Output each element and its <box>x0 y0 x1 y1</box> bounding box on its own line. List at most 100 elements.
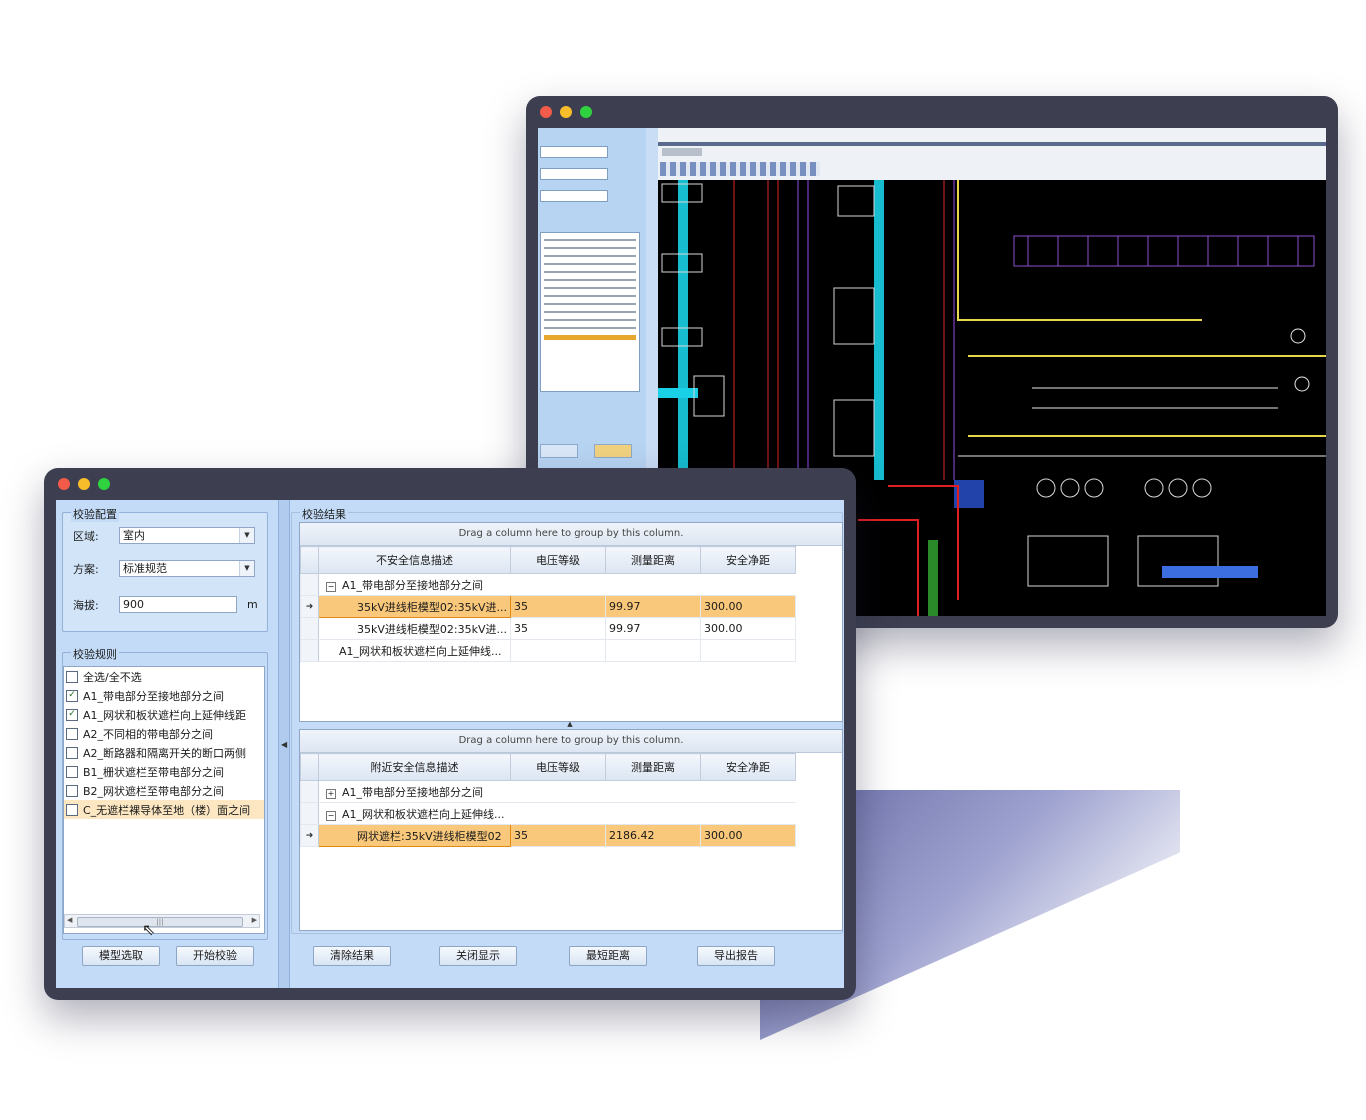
column-header-voltage[interactable]: 电压等级 <box>510 546 606 574</box>
column-header-measured[interactable]: 测量距离 <box>605 753 701 781</box>
group-row-cell: − A1_网状和板状遮栏向上延伸线... <box>318 802 796 825</box>
checkbox[interactable] <box>66 746 78 759</box>
window-controls <box>540 106 592 118</box>
rules-list[interactable]: 全选/全不选 ✓ A1_带电部分至接地部分之间 ✓ A1_网状和板状遮栏向上延伸… <box>63 666 265 934</box>
group-by-hint[interactable]: Drag a column here to group by this colu… <box>300 523 842 546</box>
export-report-button[interactable]: 导出报告 <box>697 946 775 966</box>
cell-measured[interactable]: 99.97 <box>605 595 701 618</box>
cell-safe-distance[interactable]: 300.00 <box>700 617 796 640</box>
row-pointer-icon: ➜ <box>300 824 319 847</box>
grid-splitter-up-icon[interactable]: ▲ <box>299 720 841 728</box>
row-pointer-icon: ➜ <box>300 595 319 618</box>
cell-safe-distance[interactable]: 300.00 <box>700 595 796 618</box>
rule-label: 全选/全不选 <box>83 670 142 684</box>
cell-description[interactable]: 网状遮栏:35kV进线柜模型02 <box>318 824 511 847</box>
column-header-description[interactable]: 不安全信息描述 <box>318 546 511 574</box>
group-row-cell: + A1_带电部分至接地部分之间 <box>318 780 796 803</box>
rule-item-b1[interactable]: B1_栅状遮栏至带电部分之间 <box>64 762 264 781</box>
rule-item-a1-ground[interactable]: ✓ A1_带电部分至接地部分之间 <box>64 686 264 705</box>
right-panel: 校验结果 Drag a column here to group by this… <box>289 500 844 988</box>
column-header-description[interactable]: 附近安全信息描述 <box>318 753 511 781</box>
cell-measured[interactable]: 99.97 <box>605 617 701 640</box>
collapse-icon[interactable]: − <box>326 810 336 821</box>
group-row-label: A1_带电部分至接地部分之间 <box>342 578 484 592</box>
cad-mini-button-2[interactable] <box>594 444 632 458</box>
config-group: 校验配置 区域: 室内 ▼ 方案: 标准规范 ▼ 海拔: 900 m <box>62 506 268 632</box>
table-row[interactable]: 35kV进线柜模型02:35kV进... 35 99.97 300.00 <box>300 617 796 640</box>
scroll-right-icon[interactable]: ▶ <box>252 916 257 924</box>
maximize-dot-icon[interactable] <box>580 106 592 118</box>
cell-safe-distance[interactable]: 300.00 <box>700 824 796 847</box>
cell-description[interactable]: 35kV进线柜模型02:35kV进... <box>318 595 511 618</box>
start-check-button[interactable]: 开始校验 <box>176 946 254 966</box>
group-row[interactable]: + A1_带电部分至接地部分之间 <box>300 780 796 803</box>
rule-label: B2_网状遮栏至带电部分之间 <box>83 784 225 798</box>
rule-item-a2-phase[interactable]: A2_不同相的带电部分之间 <box>64 724 264 743</box>
unsafe-results-grid: Drag a column here to group by this colu… <box>299 522 843 722</box>
group-row[interactable]: − A1_带电部分至接地部分之间 <box>300 573 796 596</box>
region-select[interactable]: 室内 ▼ <box>119 527 255 544</box>
cell-voltage[interactable]: 35 <box>510 617 606 640</box>
clear-results-button[interactable]: 清除结果 <box>313 946 391 966</box>
cad-rule-list[interactable] <box>540 232 640 392</box>
column-header-safe-distance[interactable]: 安全净距 <box>700 546 796 574</box>
expand-icon[interactable]: + <box>326 788 336 799</box>
column-header-safe-distance[interactable]: 安全净距 <box>700 753 796 781</box>
rule-item-c[interactable]: C_无遮栏裸导体至地（楼）面之间 <box>64 800 264 819</box>
collapse-icon[interactable]: − <box>326 581 336 592</box>
chevron-down-icon[interactable]: ▼ <box>239 528 254 543</box>
group-row[interactable]: A1_网状和板状遮栏向上延伸线... <box>300 639 796 662</box>
rule-item-a1-barrier[interactable]: ✓ A1_网状和板状遮栏向上延伸线距 <box>64 705 264 724</box>
close-display-button[interactable]: 关闭显示 <box>439 946 517 966</box>
cell-voltage[interactable]: 35 <box>510 595 606 618</box>
cad-combo-1[interactable] <box>540 146 608 158</box>
rule-item-b2[interactable]: B2_网状遮栏至带电部分之间 <box>64 781 264 800</box>
cell-voltage[interactable]: 35 <box>510 824 606 847</box>
cell-measured[interactable]: 2186.42 <box>605 824 701 847</box>
close-dot-icon[interactable] <box>58 478 70 490</box>
altitude-unit: m <box>247 598 258 611</box>
checkbox[interactable] <box>66 784 78 797</box>
altitude-row: 海拔: 900 m <box>73 596 258 613</box>
cad-mini-button-1[interactable] <box>540 444 578 458</box>
cell-description[interactable]: 35kV进线柜模型02:35kV进... <box>318 617 511 640</box>
column-header-measured[interactable]: 测量距离 <box>605 546 701 574</box>
rule-label: A2_断路器和隔离开关的断口两侧 <box>83 746 247 760</box>
cad-combo-3[interactable] <box>540 190 608 202</box>
checkbox-checked[interactable]: ✓ <box>66 689 78 702</box>
scheme-row: 方案: 标准规范 ▼ <box>73 560 255 577</box>
region-label: 区域: <box>73 529 99 543</box>
checkbox[interactable] <box>66 765 78 778</box>
table-header-row: 不安全信息描述 电压等级 测量距离 安全净距 <box>300 546 796 574</box>
check-app-area: 校验配置 区域: 室内 ▼ 方案: 标准规范 ▼ 海拔: 900 m 校验规则 … <box>56 500 844 988</box>
group-row[interactable]: − A1_网状和板状遮栏向上延伸线... <box>300 802 796 825</box>
chevron-left-icon[interactable]: ◀ <box>281 740 287 749</box>
minimize-dot-icon[interactable] <box>560 106 572 118</box>
altitude-input[interactable]: 900 <box>119 596 237 613</box>
table-row[interactable]: ➜ 网状遮栏:35kV进线柜模型02 35 2186.42 300.00 <box>300 824 796 847</box>
maximize-dot-icon[interactable] <box>98 478 110 490</box>
minimize-dot-icon[interactable] <box>78 478 90 490</box>
checkbox[interactable] <box>66 803 78 816</box>
close-dot-icon[interactable] <box>540 106 552 118</box>
scroll-left-icon[interactable]: ◀ <box>67 916 72 924</box>
chevron-down-icon[interactable]: ▼ <box>239 561 254 576</box>
checkbox[interactable] <box>66 670 78 683</box>
rules-horizontal-scrollbar[interactable]: ◀ ||| ▶ <box>64 914 260 928</box>
scroll-thumb[interactable]: ||| <box>77 917 243 927</box>
scheme-select[interactable]: 标准规范 ▼ <box>119 560 255 577</box>
shortest-distance-button[interactable]: 最短距离 <box>569 946 647 966</box>
group-by-hint[interactable]: Drag a column here to group by this colu… <box>300 730 842 753</box>
checkbox[interactable] <box>66 727 78 740</box>
rule-item-select-all[interactable]: 全选/全不选 <box>64 667 264 686</box>
rule-label: B1_栅状遮栏至带电部分之间 <box>83 765 225 779</box>
table-row[interactable]: ➜ 35kV进线柜模型02:35kV进... 35 99.97 300.00 <box>300 595 796 618</box>
checkbox-checked[interactable]: ✓ <box>66 708 78 721</box>
rules-group-title: 校验规则 <box>71 646 119 662</box>
cad-toolbar[interactable] <box>660 162 820 176</box>
cad-combo-2[interactable] <box>540 168 608 180</box>
unsafe-table: 不安全信息描述 电压等级 测量距离 安全净距 − A1_带电部分至接地部分之间 ➜ <box>300 546 796 662</box>
column-header-voltage[interactable]: 电压等级 <box>510 753 606 781</box>
rule-item-a2-breaker[interactable]: A2_断路器和隔离开关的断口两侧 <box>64 743 264 762</box>
select-model-button[interactable]: 模型选取 <box>82 946 160 966</box>
